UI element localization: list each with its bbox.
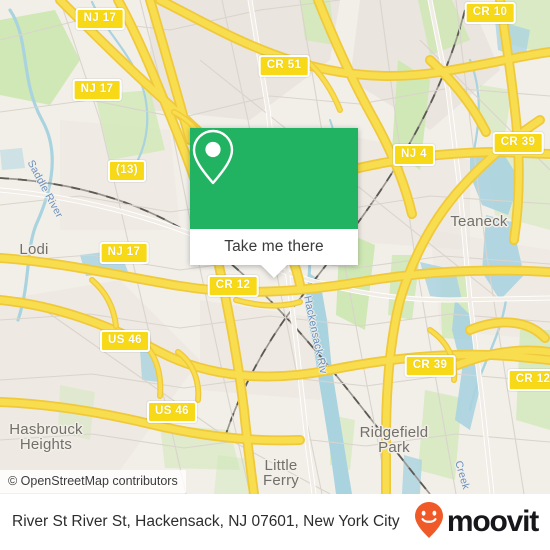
moovit-logo[interactable]: moovit [414, 501, 539, 544]
shield-13[interactable]: (13) [107, 160, 147, 182]
map-canvas[interactable]: Lodi Teaneck Hasbrouck Heights Ridgefiel… [0, 0, 550, 494]
shield-cr-51[interactable]: CR 51 [258, 55, 310, 77]
address-text: River St River St, Hackensack, NJ 07601,… [12, 513, 400, 530]
shield-nj-17-mid[interactable]: NJ 17 [72, 79, 122, 101]
popup-tail [261, 265, 287, 278]
shield-us-46-upper[interactable]: US 46 [100, 330, 150, 352]
shield-nj-17-lodi[interactable]: NJ 17 [99, 242, 149, 264]
shield-cr-39-south[interactable]: CR 39 [404, 355, 456, 377]
moovit-pin-smiley-icon [414, 501, 444, 544]
popup-image-panel [190, 128, 358, 229]
map-popup-card[interactable]: Take me there [190, 128, 358, 278]
shield-cr-12-center[interactable]: CR 12 [207, 275, 259, 297]
osm-attribution[interactable]: © OpenStreetMap contributors [0, 470, 186, 493]
shield-cr-10[interactable]: CR 10 [464, 2, 516, 24]
shield-cr-12-east[interactable]: CR 12 [507, 369, 550, 391]
shield-us-46-lower[interactable]: US 46 [147, 401, 197, 423]
shield-nj-17-north[interactable]: NJ 17 [75, 8, 125, 30]
take-me-there-button[interactable]: Take me there [190, 229, 358, 265]
footer-bar: River St River St, Hackensack, NJ 07601,… [0, 494, 550, 550]
moovit-wordmark: moovit [446, 505, 539, 538]
shield-nj-4[interactable]: NJ 4 [393, 144, 435, 166]
shield-cr-39-east[interactable]: CR 39 [492, 132, 544, 154]
map-screenshot: Lodi Teaneck Hasbrouck Heights Ridgefiel… [0, 0, 550, 550]
